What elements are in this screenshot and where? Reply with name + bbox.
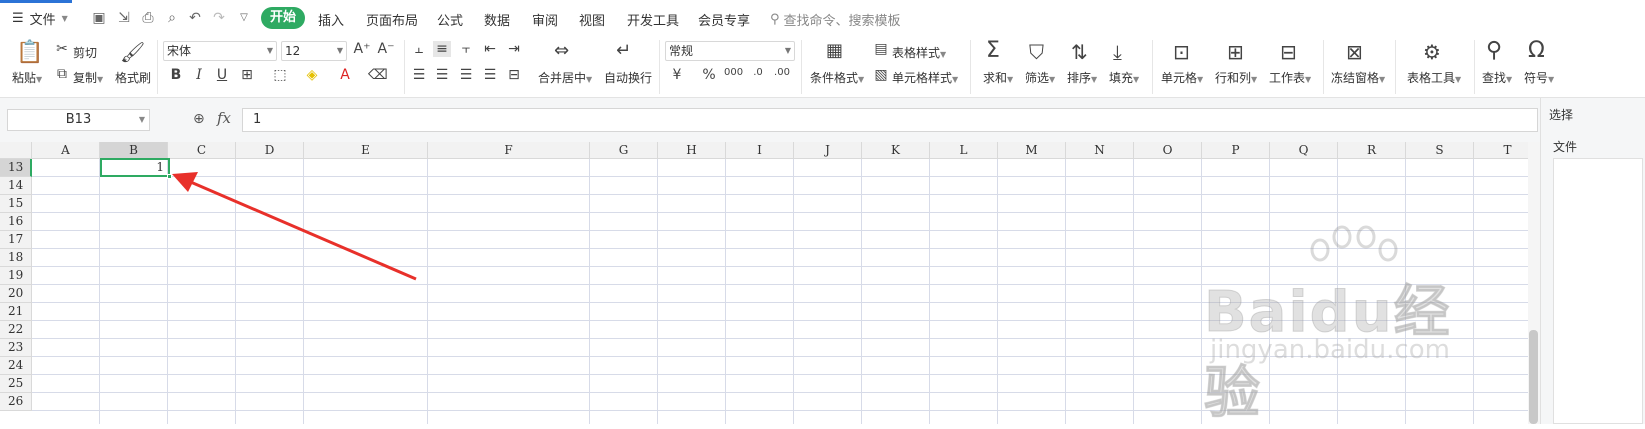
annotation-overlay (172, 172, 417, 281)
red-arrow-annotation (172, 172, 417, 281)
